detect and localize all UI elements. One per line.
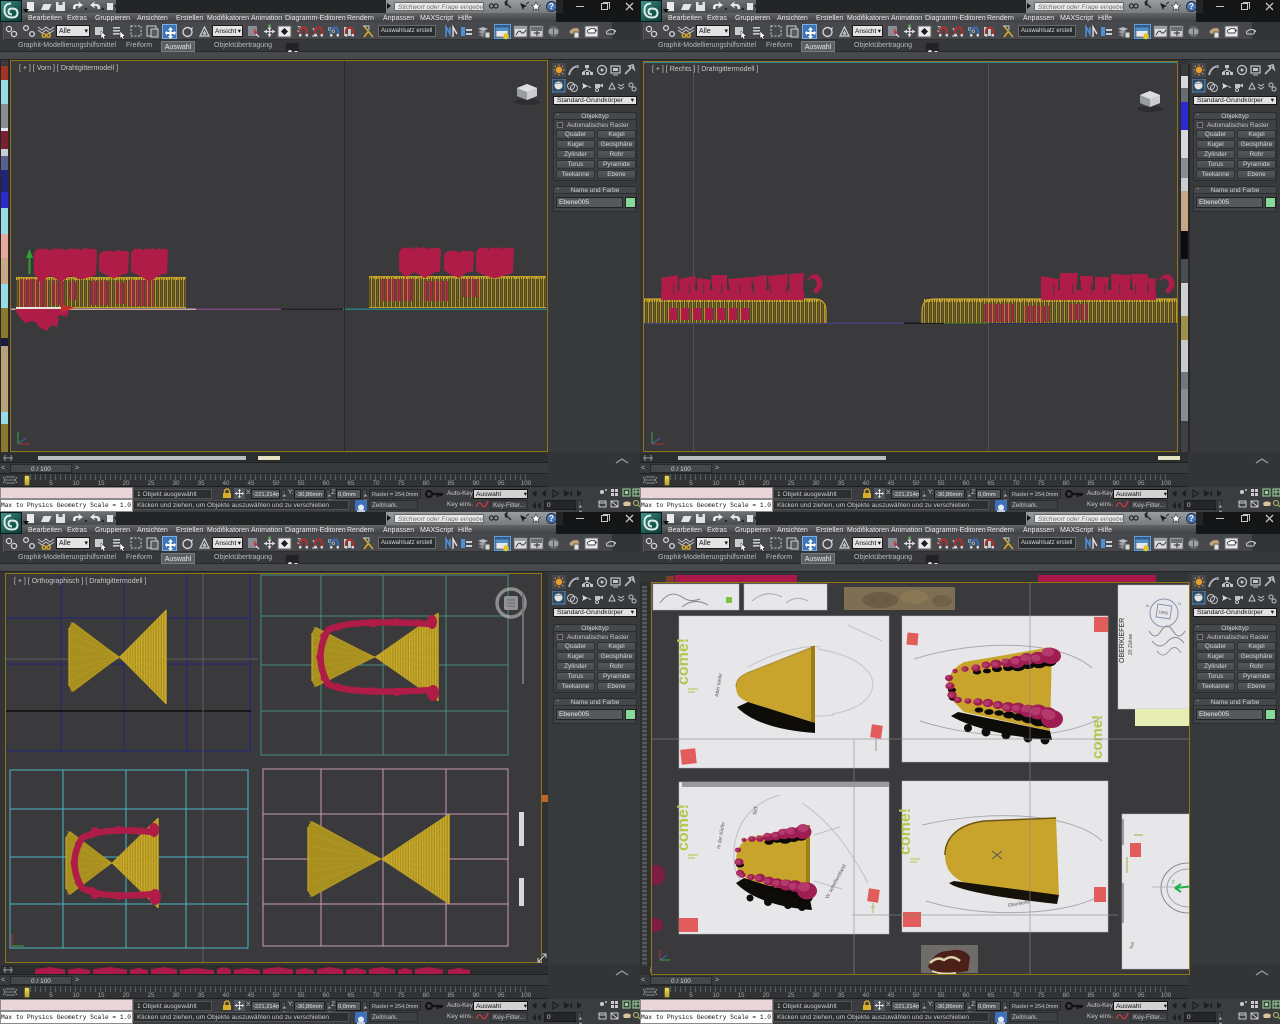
svg-text:OBERKIEFER: OBERKIEFER [1119,618,1126,663]
svg-text:come!: come! [675,638,692,685]
svg-text:20 Zähne: 20 Zähne [1128,634,1134,655]
svg-text:come!: come! [675,804,692,851]
svg-text:O: O [1178,601,1181,606]
svg-text:come!: come! [1089,715,1106,759]
svg-text:N: N [1146,603,1149,608]
svg-text:come!: come! [897,808,914,855]
